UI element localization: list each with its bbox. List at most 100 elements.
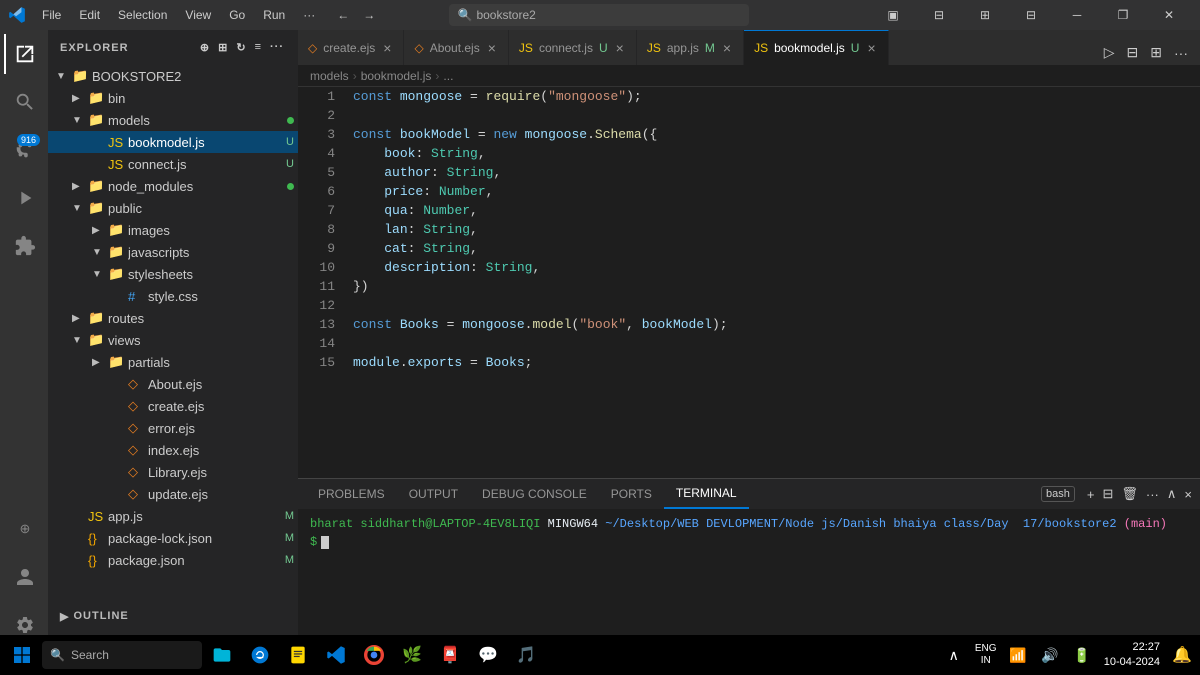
menu-selection[interactable]: Selection (110, 6, 175, 24)
new-folder-icon[interactable]: ⊞ (216, 39, 230, 56)
minimize-button[interactable]: ─ (1054, 0, 1100, 30)
restore-button[interactable]: ❐ (1100, 0, 1146, 30)
menu-run[interactable]: Run (255, 6, 293, 24)
sidebar-item-create-ejs[interactable]: ◇ create.ejs (48, 395, 298, 417)
tab-close-button[interactable]: × (381, 40, 393, 56)
code-content[interactable]: const mongoose = require("mongoose"); co… (343, 87, 1200, 478)
tab-output[interactable]: OUTPUT (397, 479, 470, 509)
refresh-icon[interactable]: ↻ (234, 39, 248, 56)
taskbar-vscode[interactable] (318, 637, 354, 673)
layout2-icon[interactable]: ⊟ (916, 0, 962, 30)
sidebar-item-routes[interactable]: ▶ 📁 routes (48, 307, 298, 329)
account-activity-icon[interactable] (4, 557, 44, 597)
sidebar-item-index-ejs[interactable]: ◇ index.ejs (48, 439, 298, 461)
sidebar-item-stylesheets[interactable]: ▼ 📁 stylesheets (48, 263, 298, 285)
remote-activity-icon[interactable]: ⊕ (4, 509, 44, 549)
taskbar-media[interactable]: 🎵 (508, 637, 544, 673)
editor-layout-icon[interactable]: ⊞ (1146, 40, 1166, 65)
breadcrumb-more[interactable]: ... (443, 69, 453, 83)
new-terminal-icon[interactable]: + (1087, 487, 1095, 502)
sidebar-item-connect[interactable]: JS connect.js U (48, 153, 298, 175)
taskbar-battery-icon[interactable]: 🔋 (1068, 637, 1096, 673)
collapse-all-icon[interactable]: ≡ (253, 39, 264, 56)
sidebar-item-bin[interactable]: ▶ 📁 bin (48, 87, 298, 109)
extensions-activity-icon[interactable] (4, 226, 44, 266)
taskbar-network-icon[interactable]: 📶 (1004, 637, 1032, 673)
tab-debug-console[interactable]: DEBUG CONSOLE (470, 479, 599, 509)
menu-edit[interactable]: Edit (71, 6, 108, 24)
nav-forward-button[interactable]: → (357, 3, 381, 27)
run-debug-activity-icon[interactable] (4, 178, 44, 218)
tab-app-js[interactable]: JS app.js M × (637, 30, 744, 65)
sidebar-item-library-ejs[interactable]: ◇ Library.ejs (48, 461, 298, 483)
sidebar-item-images[interactable]: ▶ 📁 images (48, 219, 298, 241)
breadcrumb-filename[interactable]: bookmodel.js (361, 69, 432, 83)
kill-terminal-icon[interactable]: 🗑 (1121, 486, 1138, 502)
sidebar-item-update-ejs[interactable]: ◇ update.ejs (48, 483, 298, 505)
layout4-icon[interactable]: ⊟ (1008, 0, 1054, 30)
panel-close-icon[interactable]: × (1184, 487, 1192, 502)
sidebar-item-package-lock[interactable]: {} package-lock.json M (48, 527, 298, 549)
sidebar-item-models[interactable]: ▼ 📁 models (48, 109, 298, 131)
taskbar-mongodb[interactable]: 🌿 (394, 637, 430, 673)
search-activity-icon[interactable] (4, 82, 44, 122)
tab-terminal[interactable]: TERMINAL (664, 479, 749, 509)
project-root[interactable]: ▼ 📁 BOOKSTORE2 (48, 65, 298, 87)
sidebar-item-bookmodel[interactable]: JS bookmodel.js U (48, 131, 298, 153)
taskbar-notepad[interactable] (280, 637, 316, 673)
menu-file[interactable]: File (34, 6, 69, 24)
taskbar-clock[interactable]: 22:27 10-04-2024 (1100, 640, 1164, 671)
layout-icon[interactable]: ▣ (870, 0, 916, 30)
tab-close-button[interactable]: × (865, 40, 877, 56)
taskbar-explorer[interactable] (204, 637, 240, 673)
sidebar-item-about-ejs[interactable]: ◇ About.ejs (48, 373, 298, 395)
sidebar-item-style-css[interactable]: # style.css (48, 285, 298, 307)
sidebar-item-public[interactable]: ▼ 📁 public (48, 197, 298, 219)
taskbar-search-box[interactable]: 🔍 Search (42, 641, 202, 669)
tab-connect-js[interactable]: JS connect.js U × (509, 30, 637, 65)
taskbar-volume-icon[interactable]: 🔊 (1036, 637, 1064, 673)
split-editor-icon[interactable]: ⊟ (1123, 40, 1143, 65)
split-terminal-icon[interactable]: ⊟ (1102, 486, 1113, 502)
taskbar-discord[interactable]: 💬 (470, 637, 506, 673)
source-control-activity-icon[interactable]: 916 (4, 130, 44, 170)
close-button[interactable]: ✕ (1146, 0, 1192, 30)
tab-problems[interactable]: PROBLEMS (306, 479, 397, 509)
menu-view[interactable]: View (177, 6, 219, 24)
taskbar-lang[interactable]: ENGIN (972, 637, 1000, 673)
sidebar-item-package-json[interactable]: {} package.json M (48, 549, 298, 571)
outline-header[interactable]: ▶ OUTLINE (48, 605, 298, 627)
breadcrumb-models[interactable]: models (310, 69, 349, 83)
sidebar-item-views[interactable]: ▼ 📁 views (48, 329, 298, 351)
sidebar-item-javascripts[interactable]: ▼ 📁 javascripts (48, 241, 298, 263)
menu-go[interactable]: Go (221, 6, 253, 24)
tab-close-button[interactable]: × (721, 40, 733, 56)
menu-more[interactable]: ··· (295, 6, 323, 24)
panel-more-icon[interactable]: ··· (1146, 487, 1159, 502)
tab-create-ejs[interactable]: ◇ create.ejs × (298, 30, 404, 65)
taskbar-chevron[interactable]: ∧ (940, 637, 968, 673)
tab-ports[interactable]: PORTS (599, 479, 664, 509)
sidebar-item-app-js[interactable]: JS app.js M (48, 505, 298, 527)
nav-back-button[interactable]: ← (331, 3, 355, 27)
sidebar-item-error-ejs[interactable]: ◇ error.ejs (48, 417, 298, 439)
tab-about-ejs[interactable]: ◇ About.ejs × (404, 30, 508, 65)
taskbar-chrome[interactable] (356, 637, 392, 673)
taskbar-edge[interactable] (242, 637, 278, 673)
taskbar-start-button[interactable] (4, 637, 40, 673)
terminal-content[interactable]: bharat siddharth@LAPTOP-4EV8LIQI MINGW64… (298, 509, 1200, 653)
new-file-icon[interactable]: ⊕ (198, 39, 212, 56)
sidebar-item-node-modules[interactable]: ▶ 📁 node_modules (48, 175, 298, 197)
layout3-icon[interactable]: ⊞ (962, 0, 1008, 30)
panel-collapse-icon[interactable]: ∧ (1167, 486, 1177, 502)
sidebar-more-icon[interactable]: ··· (268, 39, 286, 56)
titlebar-search[interactable]: 🔍 bookstore2 (449, 4, 749, 26)
tab-close-button[interactable]: × (614, 40, 626, 56)
run-icon[interactable]: ▷ (1100, 40, 1119, 65)
tab-bookmodel-js[interactable]: JS bookmodel.js U × (744, 30, 889, 65)
taskbar-notification-icon[interactable]: 🔔 (1168, 637, 1196, 673)
sidebar-item-partials[interactable]: ▶ 📁 partials (48, 351, 298, 373)
taskbar-postman[interactable]: 📮 (432, 637, 468, 673)
more-actions-icon[interactable]: ··· (1170, 41, 1192, 65)
code-editor[interactable]: 1 2 3 4 5 6 7 8 9 10 11 12 13 14 15 cons… (298, 87, 1200, 478)
